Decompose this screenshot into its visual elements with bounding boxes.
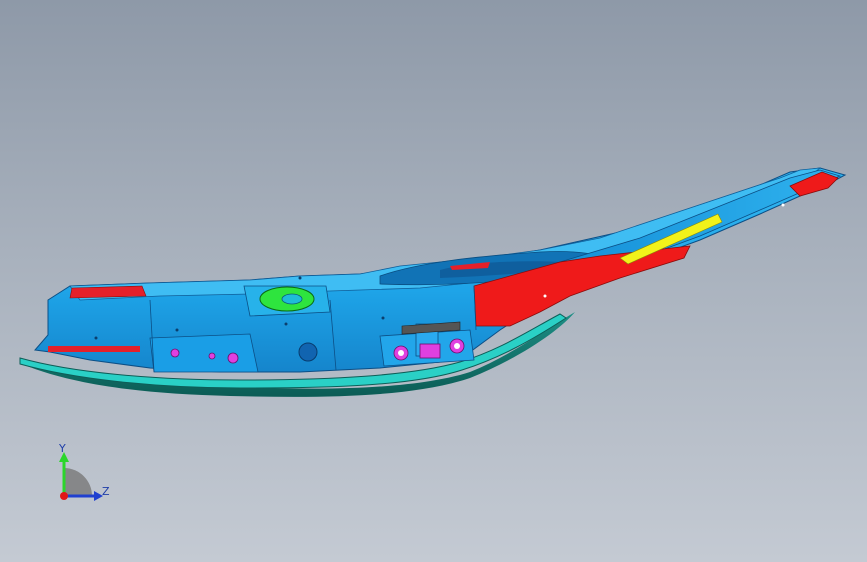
green-oval-slot: [281, 293, 303, 305]
magenta-hole-1: [170, 348, 180, 358]
red-panel-front-low: [48, 346, 140, 352]
y-axis-label: Y: [59, 442, 66, 455]
red-panel-front-top: [69, 285, 147, 299]
rivet: [284, 322, 288, 326]
dark-hole: [298, 342, 318, 362]
rivet: [543, 294, 547, 298]
triad-axes: [59, 452, 103, 501]
bracket-magenta-block: [419, 343, 441, 359]
z-axis-label: Z: [102, 485, 110, 498]
front-lower-panel: [149, 333, 259, 373]
bracket-hole-left-inner: [398, 350, 404, 356]
cad-viewport[interactable]: Y Z: [0, 0, 867, 562]
magenta-hole-3: [227, 352, 239, 364]
bracket-hole-right-inner: [454, 343, 460, 349]
triad-quarter-disc: [64, 468, 92, 496]
rivet: [781, 203, 785, 207]
saddle-part-model[interactable]: [0, 0, 867, 562]
rivet: [175, 328, 179, 332]
origin-dot: [60, 492, 68, 500]
coordinate-triad: Y Z: [40, 438, 130, 518]
rivet: [94, 336, 98, 340]
magenta-hole-2: [208, 352, 216, 360]
rivet: [381, 316, 385, 320]
rivet: [298, 276, 302, 280]
